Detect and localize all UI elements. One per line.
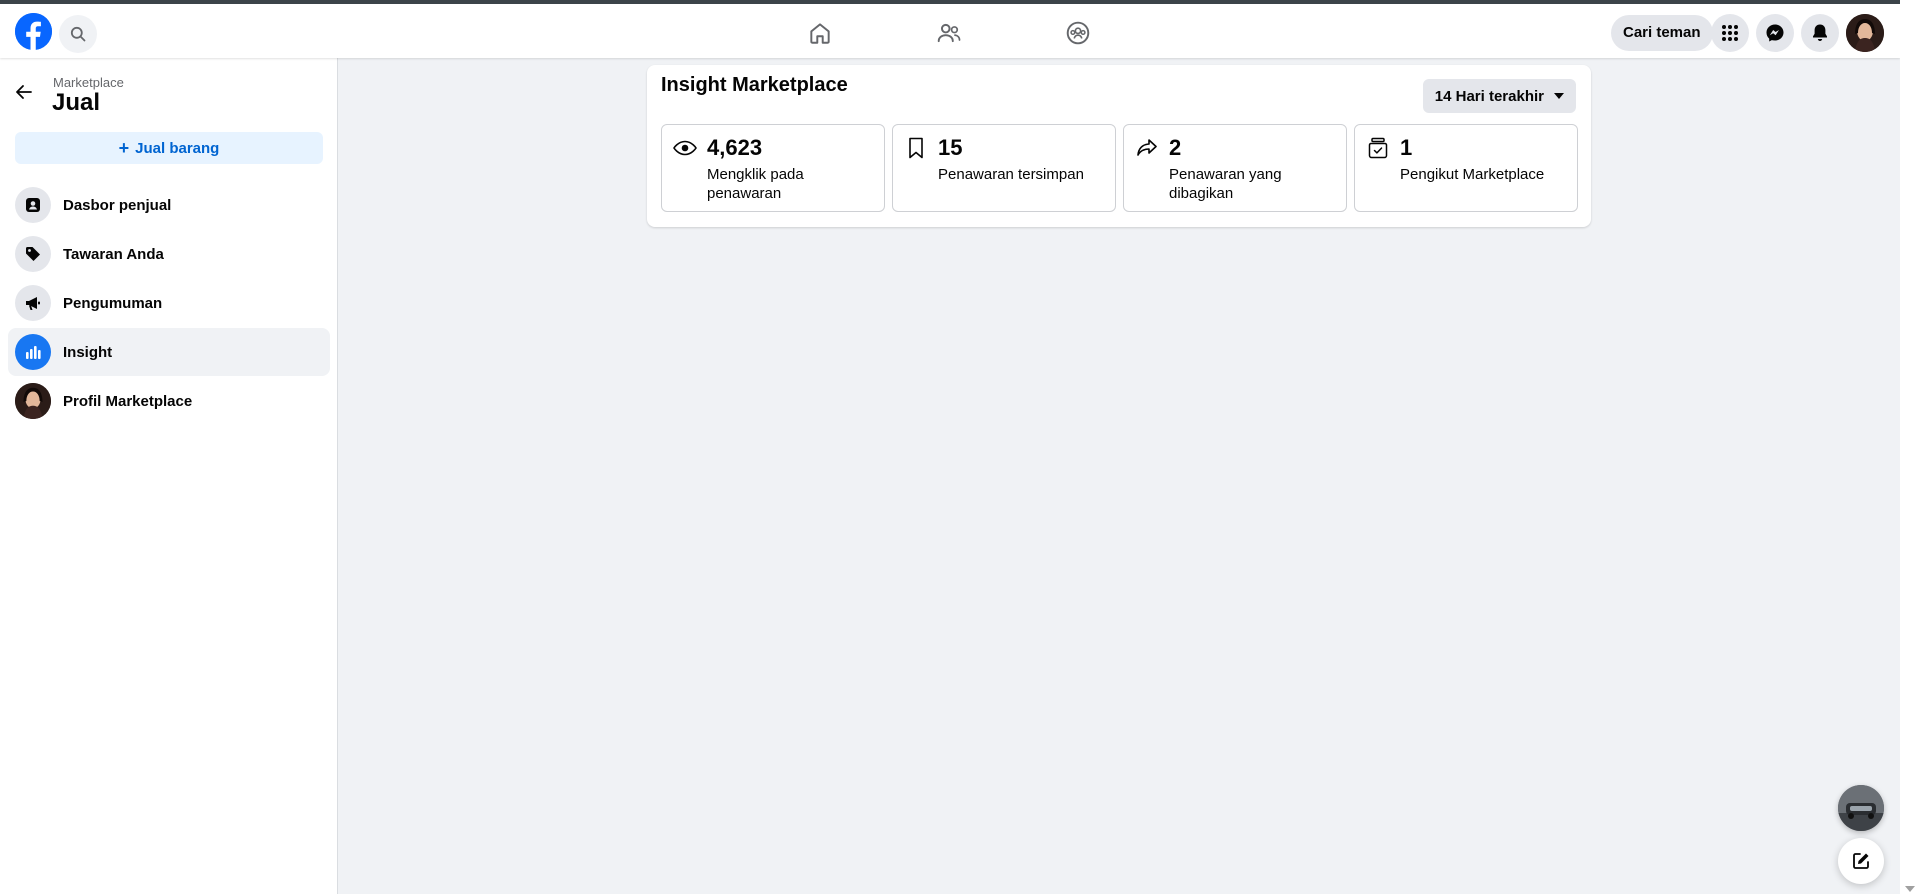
scroll-down-arrow-icon[interactable] <box>1905 886 1915 892</box>
stat-label: Penawaran tersimpan <box>938 166 1084 183</box>
sidebar-item-label: Insight <box>63 343 113 361</box>
sidebar-item-label: Profil Marketplace <box>63 392 193 410</box>
page-title: Jual <box>52 89 101 116</box>
groups-icon <box>1066 21 1090 45</box>
breadcrumb[interactable]: Marketplace <box>53 75 124 90</box>
sidebar-item-insight[interactable]: Insight <box>8 328 330 376</box>
bookmark-icon <box>903 135 929 161</box>
notifications-button[interactable] <box>1801 14 1839 52</box>
stat-card-clicks: 4,623 Mengklik pada penawaran <box>661 124 885 212</box>
megaphone-icon <box>15 285 51 321</box>
nav-friends-tab[interactable] <box>889 8 1009 58</box>
stat-value: 15 <box>938 135 963 160</box>
chat-head-avatar[interactable] <box>1838 785 1884 831</box>
date-range-label: 14 Hari terakhir <box>1434 87 1544 105</box>
messenger-icon <box>1766 24 1784 42</box>
sidebar-item-label: Tawaran Anda <box>63 245 164 263</box>
plus-icon: + <box>118 138 130 158</box>
date-range-dropdown[interactable]: 14 Hari terakhir <box>1422 79 1576 113</box>
stat-label: Mengklik pada penawaran <box>707 166 804 202</box>
search-button[interactable] <box>59 15 97 53</box>
sell-item-label: Jual barang <box>135 139 220 157</box>
stat-value: 4,623 <box>707 135 763 160</box>
find-friends-button[interactable]: Cari teman <box>1611 15 1713 51</box>
caret-down-icon <box>1554 93 1564 99</box>
sidebar-item-label: Pengumuman <box>63 294 163 312</box>
sidebar-item-label: Dasbor penjual <box>63 196 172 214</box>
back-button[interactable] <box>10 78 38 106</box>
stat-card-saved: 15 Penawaran tersimpan <box>892 124 1116 212</box>
grid-menu-icon <box>1722 25 1738 41</box>
account-avatar[interactable] <box>1846 14 1884 52</box>
stat-label: Penawaran yang dibagikan <box>1169 166 1282 202</box>
nav-home-tab[interactable] <box>760 8 880 58</box>
sell-item-button[interactable]: + Jual barang <box>15 132 323 164</box>
sidebar-item-seller-dashboard[interactable]: Dasbor penjual <box>8 181 330 229</box>
messenger-button[interactable] <box>1756 14 1794 52</box>
stat-card-followers: 1 Pengikut Marketplace <box>1354 124 1578 212</box>
seller-dashboard-icon <box>15 187 51 223</box>
facebook-logo-icon[interactable] <box>15 13 52 50</box>
friends-icon <box>937 23 961 43</box>
arrow-left-icon <box>16 85 32 99</box>
bell-icon <box>1813 24 1827 41</box>
insight-card: Insight Marketplace 14 Hari terakhir 4,6… <box>647 65 1591 227</box>
stat-value: 2 <box>1169 135 1182 160</box>
page-scrollbar[interactable] <box>1900 0 1920 894</box>
bar-chart-icon <box>15 334 51 370</box>
left-sidebar: Marketplace Jual + Jual barang Dasbor pe… <box>0 58 338 894</box>
top-navigation-bar: Cari teman <box>0 0 1900 58</box>
eye-icon <box>672 135 698 161</box>
profile-avatar <box>15 383 51 419</box>
home-icon <box>810 23 830 44</box>
new-message-button[interactable] <box>1838 838 1884 884</box>
insight-title: Insight Marketplace <box>661 74 848 96</box>
stat-label: Pengikut Marketplace <box>1400 166 1545 183</box>
tag-icon <box>15 236 51 272</box>
sidebar-item-marketplace-profile[interactable]: Profil Marketplace <box>8 377 330 425</box>
share-icon <box>1134 135 1160 161</box>
stat-value: 1 <box>1400 135 1413 160</box>
sidebar-item-announcements[interactable]: Pengumuman <box>8 279 330 327</box>
menu-button[interactable] <box>1711 14 1749 52</box>
follower-jar-icon <box>1365 135 1391 161</box>
sidebar-item-your-listings[interactable]: Tawaran Anda <box>8 230 330 278</box>
stat-card-shared: 2 Penawaran yang dibagikan <box>1123 124 1347 212</box>
search-icon <box>70 26 86 42</box>
compose-icon <box>1853 853 1869 869</box>
nav-groups-tab[interactable] <box>1018 8 1138 58</box>
